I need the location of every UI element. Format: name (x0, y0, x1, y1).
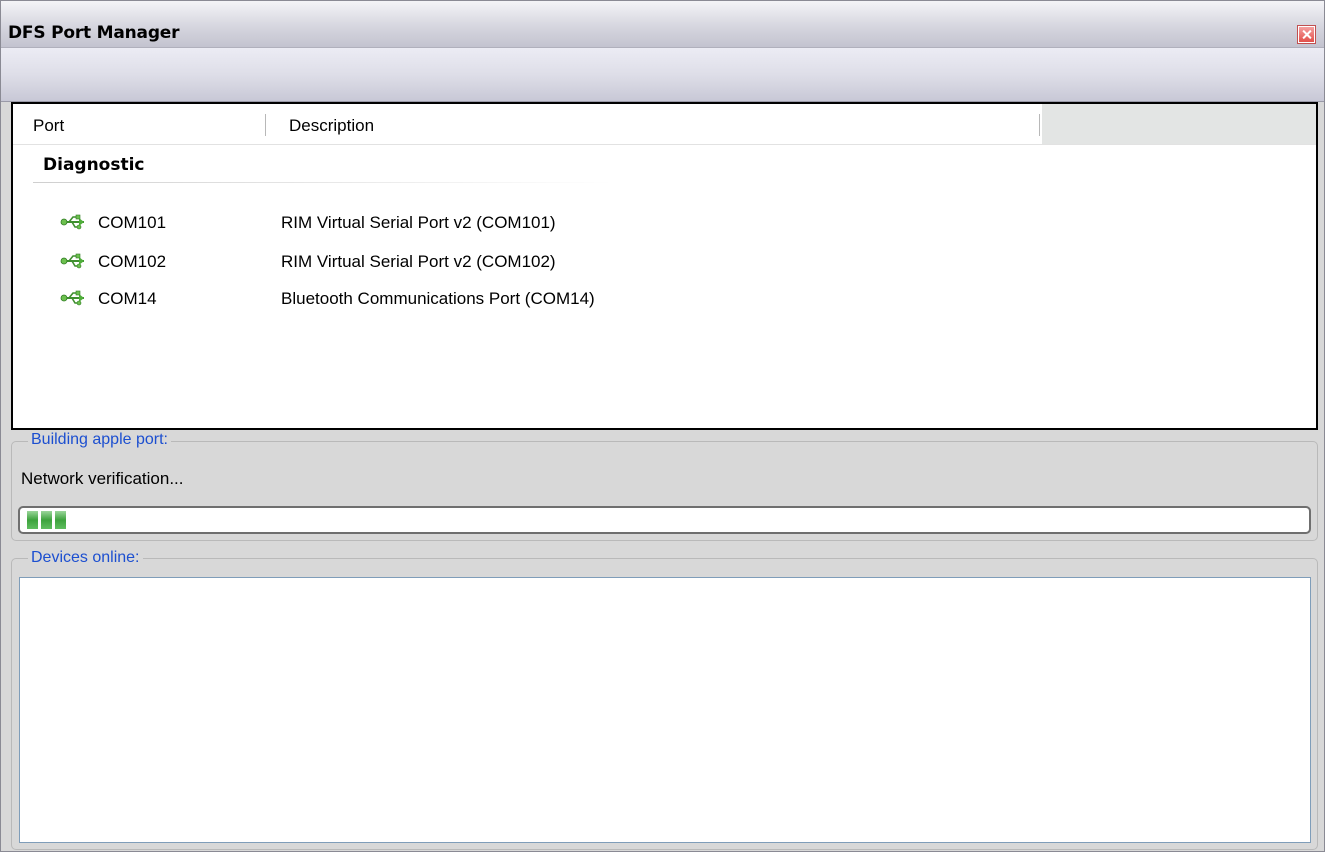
list-item[interactable]: COM102 RIM Virtual Serial Port v2 (COM10… (13, 252, 1013, 276)
build-progress-bar (18, 506, 1311, 534)
header-filler (1042, 104, 1316, 144)
usb-icon (60, 214, 84, 230)
port-name: COM102 (98, 252, 167, 271)
column-separator[interactable] (265, 114, 266, 136)
port-description: Bluetooth Communications Port (COM14) (281, 289, 595, 308)
column-header-description[interactable]: Description (289, 116, 374, 136)
port-manager-window: DFS Port Manager Port Description Diagno… (0, 0, 1325, 852)
usb-icon (60, 290, 84, 306)
toolbar (1, 48, 1324, 102)
progress-block (41, 511, 52, 529)
usb-icon (60, 253, 84, 269)
title-bar[interactable]: DFS Port Manager (1, 1, 1324, 48)
column-separator[interactable] (1039, 114, 1040, 136)
port-name: COM14 (98, 289, 157, 308)
list-item[interactable]: COM101 RIM Virtual Serial Port v2 (COM10… (13, 213, 1013, 237)
close-button[interactable] (1298, 26, 1315, 43)
status-text: Network verification... (21, 469, 184, 488)
list-item[interactable]: COM14 Bluetooth Communications Port (COM… (13, 289, 1013, 313)
devices-online-label: Devices online: (28, 549, 143, 567)
devices-online-list[interactable] (19, 577, 1311, 843)
list-header: Port Description (13, 104, 1316, 145)
progress-block (27, 511, 38, 529)
port-description: RIM Virtual Serial Port v2 (COM101) (281, 213, 556, 232)
build-port-label: Building apple port: (28, 431, 171, 449)
group-label-diagnostic: Diagnostic (43, 155, 145, 175)
column-header-port[interactable]: Port (33, 116, 64, 136)
port-description: RIM Virtual Serial Port v2 (COM102) (281, 252, 556, 271)
window-title: DFS Port Manager (8, 23, 180, 43)
ports-list[interactable]: Port Description Diagnostic COM101 RIM V… (11, 102, 1318, 430)
progress-block (55, 511, 66, 529)
port-name: COM101 (98, 213, 167, 232)
group-divider (33, 182, 613, 183)
